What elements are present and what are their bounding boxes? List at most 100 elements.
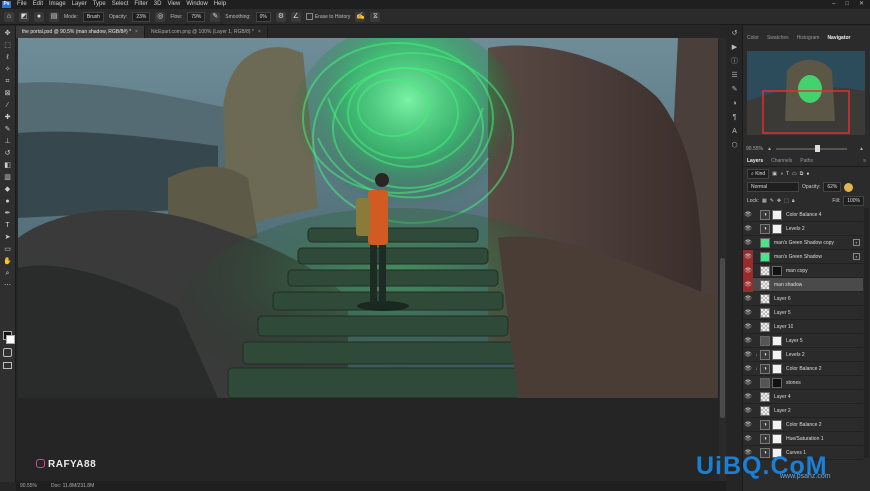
adjustments-icon[interactable]: ◑: [730, 99, 739, 108]
layer-filter-kind[interactable]: ⌕ Kind: [747, 169, 770, 179]
layer-name[interactable]: Levels 2: [786, 352, 805, 358]
layer-name[interactable]: Color Balance 4: [786, 212, 822, 218]
layer-row[interactable]: 👁︎ Layer 10: [743, 320, 863, 334]
visibility-eye-icon[interactable]: 👁︎: [743, 404, 753, 418]
visibility-eye-icon[interactable]: 👁︎: [743, 263, 753, 278]
canvas-area[interactable]: RAFYA88: [16, 38, 719, 481]
visibility-eye-icon[interactable]: 👁︎: [743, 376, 753, 390]
menu-3d[interactable]: 3D: [151, 0, 165, 9]
stamp-icon[interactable]: ⊥: [3, 137, 12, 146]
layer-opacity-field[interactable]: 62%: [823, 182, 842, 192]
layer-row[interactable]: 👁︎ Layer 6: [743, 292, 863, 306]
layer-mask-thumbnail[interactable]: [772, 335, 782, 346]
visibility-eye-icon[interactable]: 👁︎: [743, 334, 753, 348]
menu-file[interactable]: File: [14, 0, 30, 9]
visibility-eye-icon[interactable]: 👁︎: [743, 390, 753, 404]
adjustment-layer-icon[interactable]: ◑: [760, 433, 770, 444]
path-select-icon[interactable]: ➤: [3, 233, 12, 242]
layer-row[interactable]: 👁︎ Layer 2: [743, 404, 863, 418]
opacity-field[interactable]: 23%: [132, 11, 151, 22]
tab-color[interactable]: Color: [743, 33, 763, 43]
eyedropper-icon[interactable]: ⁄: [3, 101, 12, 110]
eraser-icon[interactable]: ◧: [3, 161, 12, 170]
layer-row[interactable]: 👁︎ Layer 5: [743, 306, 863, 320]
layer-row[interactable]: 👁︎ ↓ ◑ Levels 2: [743, 348, 863, 362]
more-tools-icon[interactable]: ⋯: [3, 281, 12, 290]
lock-pixels-icon[interactable]: ✎: [770, 198, 774, 204]
healing-icon[interactable]: ✚: [3, 113, 12, 122]
menu-edit[interactable]: Edit: [30, 0, 46, 9]
panel-menu-icon[interactable]: ≡: [859, 156, 870, 166]
properties-icon[interactable]: ☰: [730, 71, 739, 80]
visibility-eye-icon[interactable]: 👁︎: [743, 222, 753, 236]
layer-mask-thumbnail[interactable]: [772, 265, 782, 276]
menu-image[interactable]: Image: [46, 0, 69, 9]
filter-pixel-icon[interactable]: ▣: [772, 171, 777, 177]
menu-type[interactable]: Type: [90, 0, 109, 9]
smoothing-settings-icon[interactable]: ⚙: [275, 11, 286, 22]
layer-thumbnail[interactable]: [760, 251, 770, 262]
lock-position-icon[interactable]: ✥: [777, 198, 781, 204]
scrollbar-thumb[interactable]: [720, 258, 725, 418]
visibility-eye-icon[interactable]: 👁︎: [743, 432, 753, 446]
layer-mask-thumbnail[interactable]: [772, 349, 782, 360]
layer-thumbnail[interactable]: [760, 293, 770, 304]
screen-mode-icon[interactable]: [3, 362, 12, 371]
layer-name[interactable]: Hue/Saturation 1: [786, 436, 824, 442]
info-icon[interactable]: ⓘ: [730, 57, 739, 66]
layer-thumbnail[interactable]: [760, 237, 770, 248]
layer-row[interactable]: 👁︎ man shadow: [743, 277, 863, 292]
slider-knob[interactable]: [815, 145, 821, 152]
tab-nicepart[interactable]: NicEpart.com.png @ 100% (Layer 1, RGB/8)…: [144, 26, 268, 38]
layer-name[interactable]: Layer 2: [774, 408, 791, 414]
tab-histogram[interactable]: Histogram: [793, 33, 824, 43]
visibility-eye-icon[interactable]: 👁︎: [743, 249, 753, 264]
layer-row[interactable]: 👁︎ man's Green Shadow ▪: [743, 249, 863, 264]
layer-row[interactable]: 👁︎ ◑ Color Balance 4: [743, 208, 863, 222]
marquee-icon[interactable]: ⬚: [3, 41, 12, 50]
navigator-zoom-value[interactable]: 90.55%: [746, 144, 763, 154]
layer-name[interactable]: Color Balance 2: [786, 366, 822, 372]
visibility-eye-icon[interactable]: 👁︎: [743, 208, 753, 222]
tab-layers[interactable]: Layers: [743, 156, 767, 166]
smoothing-field[interactable]: 0%: [255, 11, 271, 22]
tab-paths[interactable]: Paths: [796, 156, 817, 166]
menu-help[interactable]: Help: [211, 0, 229, 9]
character-icon[interactable]: A: [730, 127, 739, 136]
navigator-thumbnail[interactable]: [747, 51, 865, 135]
layer-name[interactable]: Color Balance 2: [786, 422, 822, 428]
adjustment-layer-icon[interactable]: ◑: [760, 419, 770, 430]
layer-mask-thumbnail[interactable]: [772, 433, 782, 444]
lasso-icon[interactable]: ℓ: [3, 53, 12, 62]
crop-icon[interactable]: ⌗: [3, 77, 12, 86]
layer-thumbnail[interactable]: [760, 321, 770, 332]
canvas-scrollbar[interactable]: [719, 38, 726, 481]
menu-filter[interactable]: Filter: [131, 0, 150, 9]
zoom-icon[interactable]: ⌕: [3, 269, 12, 278]
symmetry-icon[interactable]: ⧖: [370, 11, 381, 22]
layer-name[interactable]: man copy: [786, 268, 808, 274]
hand-icon[interactable]: ✋: [3, 257, 12, 266]
visibility-eye-icon[interactable]: 👁︎: [743, 320, 753, 334]
filter-adjustment-icon[interactable]: ◑: [780, 171, 783, 177]
zoom-in-icon[interactable]: ▲: [859, 144, 864, 154]
close-tab-icon[interactable]: ×: [258, 29, 261, 35]
brush-icon[interactable]: ✎: [3, 125, 12, 134]
move-icon[interactable]: ✥: [3, 29, 12, 38]
navigator-zoom-slider[interactable]: [775, 145, 848, 152]
maximize-icon[interactable]: □: [845, 0, 849, 9]
visibility-eye-icon[interactable]: 👁︎: [743, 277, 753, 292]
layer-row[interactable]: 👁︎ stones: [743, 376, 863, 390]
layer-row[interactable]: 👁︎ ◑ Hue/Saturation 1: [743, 432, 863, 446]
lock-all-icon[interactable]: 🔒︎: [792, 198, 795, 204]
layer-thumbnail[interactable]: [760, 377, 770, 388]
layer-name[interactable]: stones: [786, 380, 801, 386]
tab-navigator[interactable]: Navigator: [823, 33, 854, 43]
actions-icon[interactable]: ▶: [730, 43, 739, 52]
pressure-size-icon[interactable]: ✍: [355, 11, 366, 22]
layer-thumbnail[interactable]: [760, 335, 770, 346]
close-tab-icon[interactable]: ×: [135, 29, 138, 35]
styles-icon[interactable]: ⬡: [730, 141, 739, 150]
home-icon[interactable]: ⌂: [4, 11, 14, 22]
visibility-eye-icon[interactable]: 👁︎: [743, 306, 753, 320]
